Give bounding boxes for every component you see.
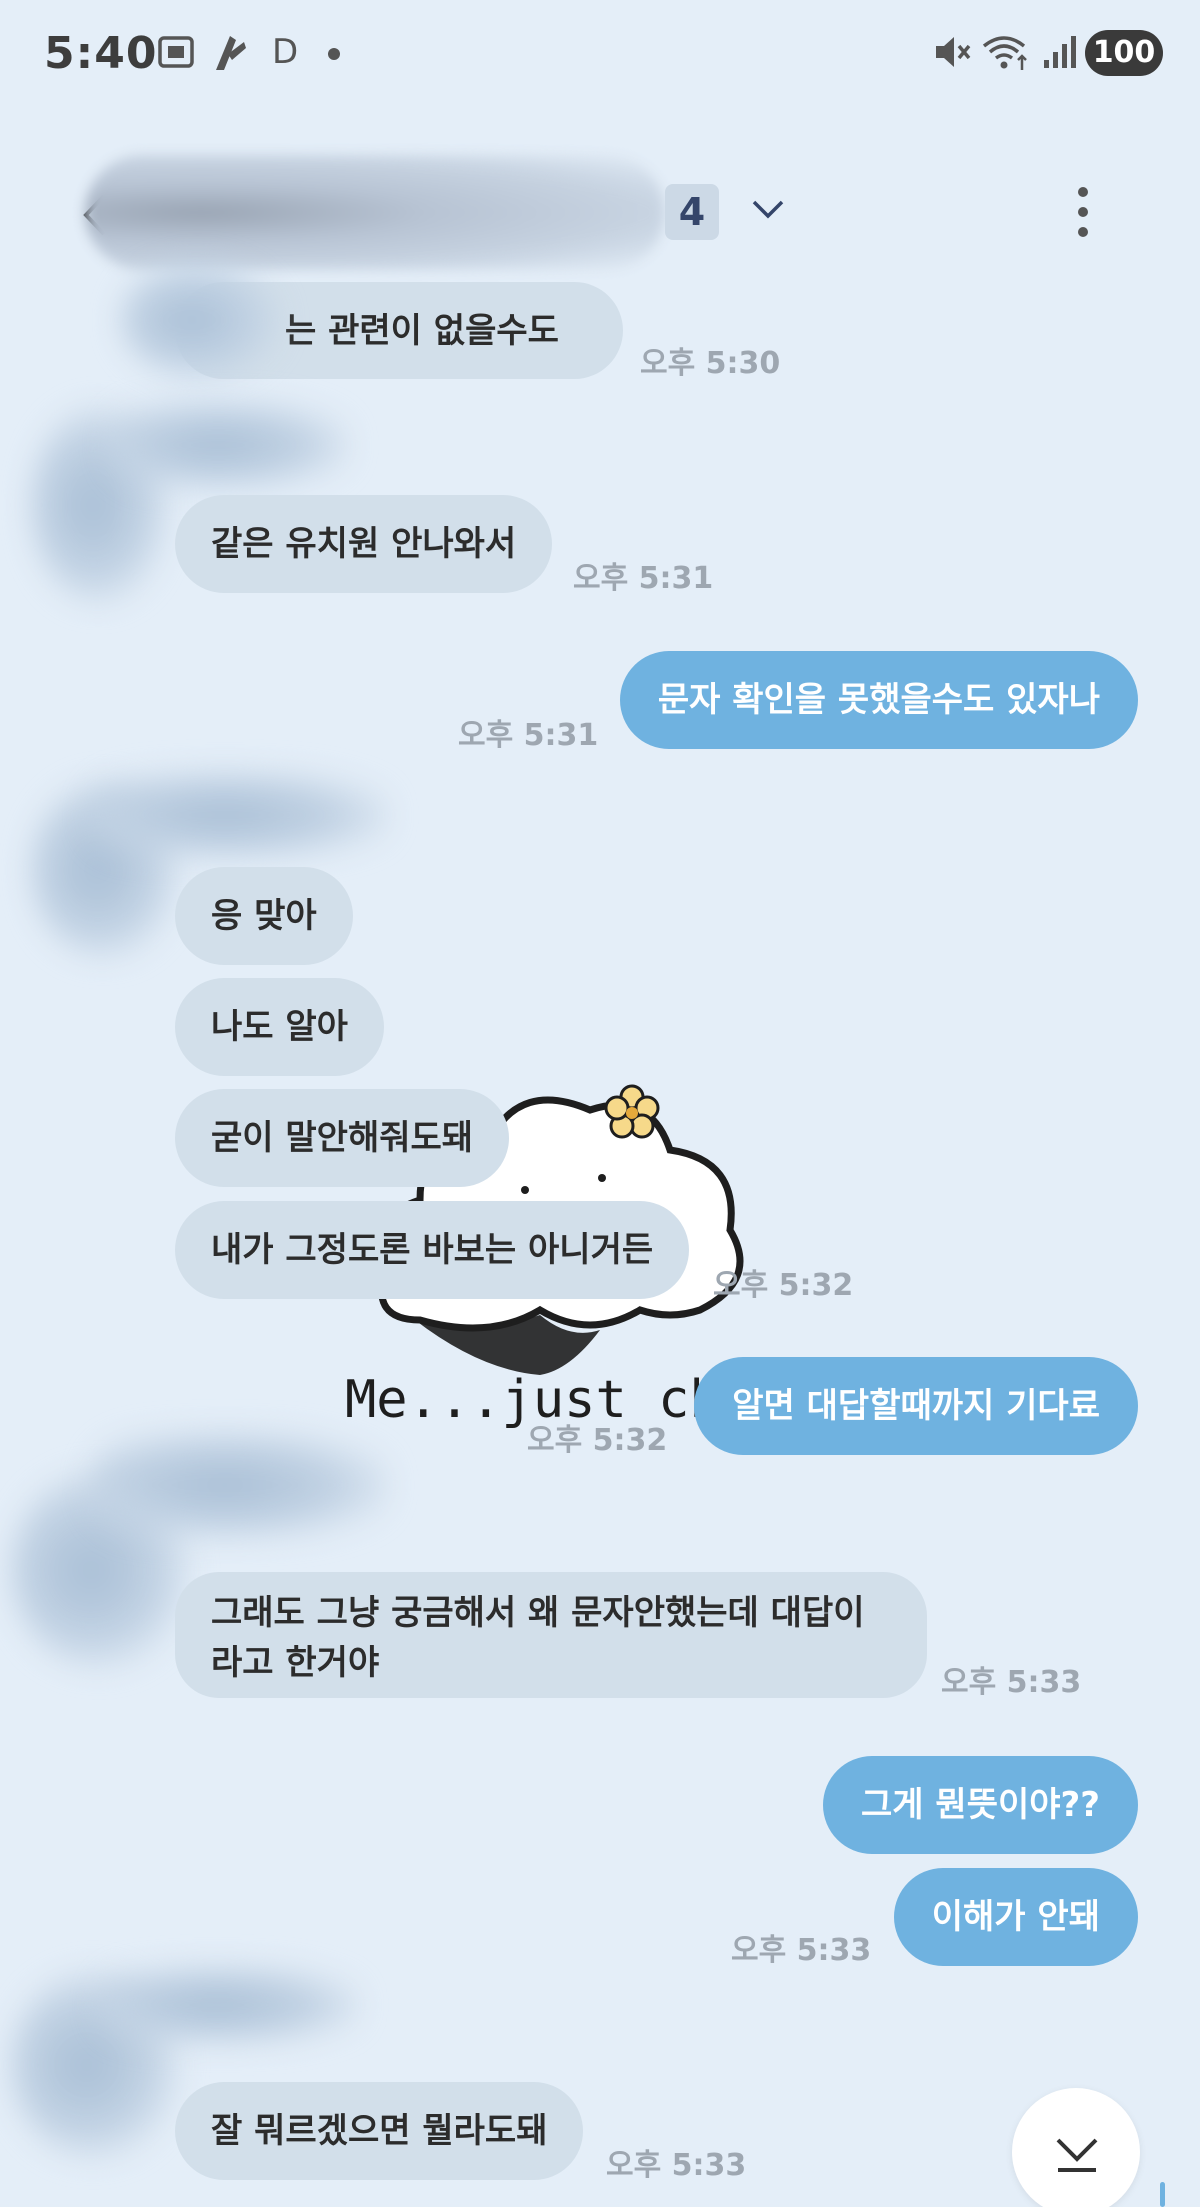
message-time: 오후 5:30 [640,346,781,381]
message-bubble-outgoing[interactable]: 알면 대답할때까지 기다료 [694,1357,1138,1455]
message-bubble-incoming[interactable]: 응 맞아 [175,867,353,965]
message-text: 응 맞아 [211,896,317,936]
message-bubble-incoming[interactable]: 나도 알아 [175,978,384,1076]
sender-name-redacted [90,770,390,860]
app-icon [210,32,250,78]
message-text: 는 관련이 없을수도 [285,311,559,351]
message-bubble-outgoing[interactable]: 문자 확인을 못했을수도 있자나 [619,651,1138,749]
notification-dot [328,48,340,60]
message-text: 문자 확인을 못했을수도 있자나 [657,680,1100,720]
sender-name-redacted [100,1965,360,2045]
message-bubble-outgoing[interactable]: 이해가 안돼 [893,1868,1138,1966]
message-text: 내가 그정도론 바보는 아니거든 [211,1230,654,1270]
message-text: 나도 알아 [211,1007,348,1047]
message-bubble-incoming[interactable]: 잘 뭐르겠으면 뭘라도돼 [175,2082,584,2180]
message-time: 오후 5:31 [458,718,599,753]
mute-icon [932,32,972,76]
message-bubble-incoming[interactable]: 그래도 그냥 궁금해서 왜 문자안했는데 대답이라고 한거야 [175,1572,927,1698]
scroll-down-icon [1052,2126,1102,2180]
chat-header: 4 [0,155,1200,270]
message-text: 잘 뭐르겠으면 뭘라도돼 [211,2111,548,2151]
message-text: 그래도 그냥 궁금해서 왜 문자안했는데 대답이라고 한거야 [211,1593,865,1683]
chevron-down-icon[interactable] [748,194,788,228]
message-text: 같은 유치원 안나와서 [211,524,517,564]
message-bubble-incoming[interactable]: 내가 그정도론 바보는 아니거든 [175,1201,690,1299]
scroll-to-bottom-button[interactable] [1012,2088,1140,2207]
status-letter: D [272,32,299,72]
chat-title-redacted[interactable] [85,155,665,270]
message-time: 오후 5:33 [941,1665,1082,1700]
message-text: 알면 대답할때까지 기다료 [732,1386,1100,1426]
signal-icon [1040,32,1080,76]
member-count-badge[interactable]: 4 [665,184,719,240]
message-time: 오후 5:32 [527,1423,668,1458]
message-bubble-incoming[interactable]: 굳이 말안해줘도돼 [175,1089,510,1187]
chat-screen: 5:40 D 100 4 는 관련이 없을수도 오후 5:30 같은 유치원 안… [0,0,1200,2207]
message-text: 이해가 안돼 [931,1897,1100,1937]
more-vertical-icon[interactable] [1068,182,1098,246]
wifi-icon [982,32,1032,76]
message-bubble-incoming[interactable]: 같은 유치원 안나와서 [175,495,553,593]
scrollbar[interactable] [1160,2182,1165,2207]
status-bar: 5:40 D 100 [0,0,1200,110]
message-text: 굳이 말안해줘도돼 [211,1118,474,1158]
message-time: 오후 5:32 [713,1268,854,1303]
message-time: 오후 5:33 [731,1933,872,1968]
battery-indicator: 100 [1085,30,1163,76]
screenshot-icon [156,32,196,76]
message-text: 그게 뭔뜻이야?? [861,1785,1100,1825]
sender-name-redacted [90,1430,390,1540]
message-bubble-outgoing[interactable]: 그게 뭔뜻이야?? [823,1756,1138,1854]
message-time: 오후 5:33 [606,2148,747,2183]
avatar[interactable] [120,260,280,380]
status-time: 5:40 [44,28,158,79]
message-time: 오후 5:31 [573,561,714,596]
sender-name-redacted [110,400,350,490]
